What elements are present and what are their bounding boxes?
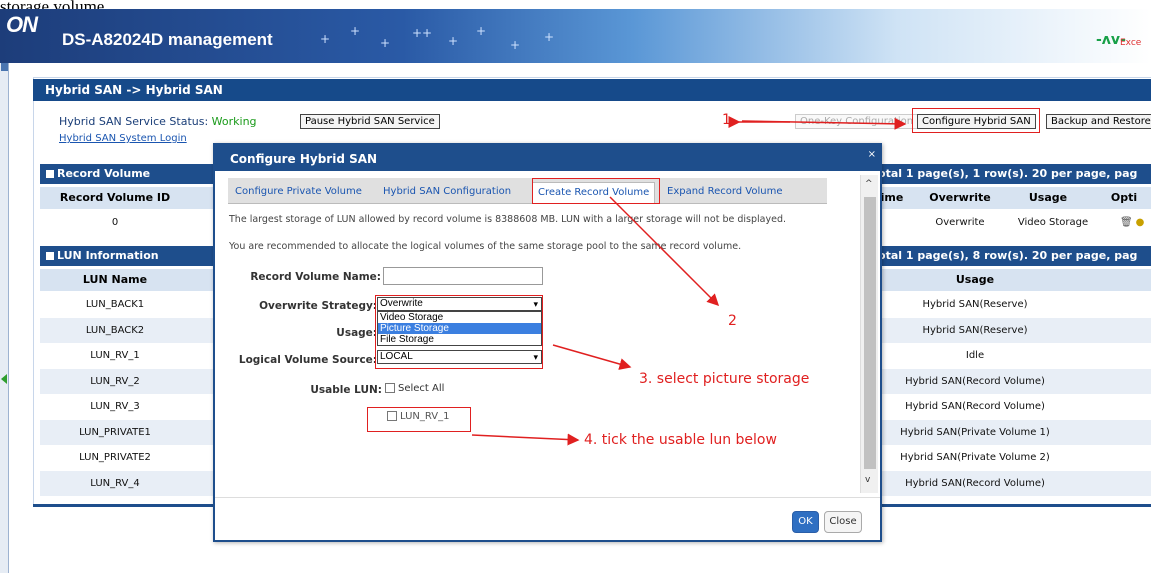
annotation-box-lun [367,407,471,432]
annotation-step3: 3. select picture storage [639,371,810,387]
annotation-step2: 2 [728,313,737,329]
annotation-box-usage-dropdown [375,295,543,369]
annotation-box-create-tab [532,178,660,204]
annotation-step4: 4. tick the usable lun below [584,432,777,448]
annotation-arrows [471,116,907,446]
